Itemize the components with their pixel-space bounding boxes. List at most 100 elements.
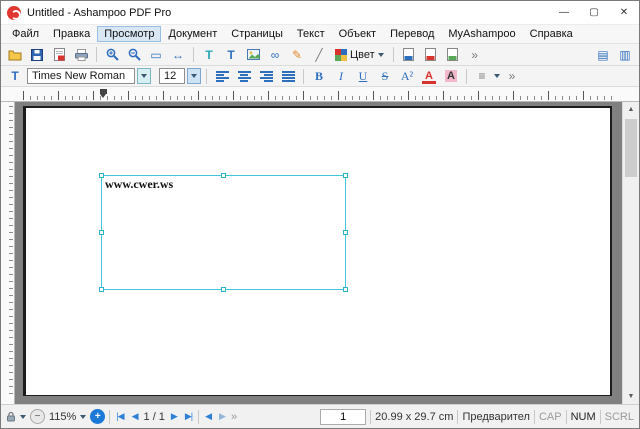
edit-text-button[interactable]: T <box>221 46 241 64</box>
separator <box>303 68 304 84</box>
resize-handle-bottom-left[interactable] <box>99 287 104 292</box>
print-button[interactable] <box>71 46 91 64</box>
align-center-button[interactable] <box>234 67 254 85</box>
indent-marker[interactable] <box>100 89 107 98</box>
zoom-out-button[interactable]: − <box>30 409 45 424</box>
export-image-button[interactable] <box>421 46 441 64</box>
eyedropper-button[interactable]: ╱ <box>309 46 329 64</box>
underline-button[interactable]: U <box>353 67 373 85</box>
add-text-button[interactable]: T <box>199 46 219 64</box>
fit-page-button[interactable]: ▭ <box>146 46 166 64</box>
app-window: Untitled - Ashampoo PDF Pro — ▢ ✕ Файл П… <box>0 0 640 429</box>
textbox-text[interactable]: www.cwer.ws <box>105 177 173 192</box>
page-number-field[interactable] <box>320 408 367 425</box>
menu-myashampoo[interactable]: MyAshampoo <box>441 26 522 42</box>
resize-handle-middle-left[interactable] <box>99 229 104 235</box>
maximize-button[interactable]: ▢ <box>579 1 609 24</box>
open-button[interactable] <box>5 46 25 64</box>
insert-image-button[interactable] <box>243 46 263 64</box>
chevron-down-icon <box>191 74 197 78</box>
sidebar-toggle-button[interactable]: ▥ <box>615 46 635 64</box>
resize-handle-bottom-middle[interactable] <box>220 287 226 292</box>
export-word-button[interactable] <box>399 46 419 64</box>
document-area: www.cwer.ws ▲ ▼ <box>1 102 639 404</box>
highlight-color-button[interactable]: A <box>441 67 461 85</box>
menu-translate[interactable]: Перевод <box>383 26 441 42</box>
export-pdf-button[interactable] <box>49 46 69 64</box>
statusbar-overflow-button[interactable]: » <box>231 411 237 423</box>
separator <box>565 409 567 424</box>
vertical-ruler <box>1 102 15 404</box>
separator <box>599 409 601 424</box>
history-forward-button[interactable]: ▶ <box>217 411 227 422</box>
resize-handle-top-middle[interactable] <box>220 173 226 178</box>
chevron-down-icon[interactable] <box>20 414 26 419</box>
menu-view[interactable]: Просмотр <box>97 26 162 42</box>
font-size-select[interactable]: 12 <box>159 68 185 84</box>
pdf-page[interactable]: www.cwer.ws <box>23 106 612 396</box>
color-button[interactable]: Цвет <box>331 46 388 64</box>
document-canvas[interactable]: www.cwer.ws <box>15 102 622 404</box>
export-html-button[interactable] <box>443 46 463 64</box>
next-page-button[interactable]: ▶ <box>169 411 179 422</box>
bold-button[interactable]: B <box>309 67 329 85</box>
menu-help[interactable]: Справка <box>523 26 580 42</box>
panel-toggle-button[interactable]: ▤ <box>593 46 613 64</box>
font-family-select[interactable]: Times New Roman <box>27 68 135 84</box>
num-lock-indicator: NUM <box>570 410 596 423</box>
superscript-button[interactable]: A² <box>397 67 417 85</box>
align-right-button[interactable] <box>256 67 276 85</box>
menu-text[interactable]: Текст <box>290 26 332 42</box>
align-justify-icon <box>281 70 295 82</box>
zoom-in-button[interactable] <box>102 46 122 64</box>
selected-textbox[interactable]: www.cwer.ws <box>99 173 348 292</box>
scroll-lock-indicator: SCRL <box>604 410 634 423</box>
scroll-up-button[interactable]: ▲ <box>623 102 639 117</box>
separator <box>198 409 200 424</box>
font-size-dropdown-button[interactable] <box>187 68 201 84</box>
align-justify-button[interactable] <box>278 67 298 85</box>
highlight-icon: A <box>445 70 457 82</box>
chevron-down-icon <box>141 74 147 78</box>
save-button[interactable] <box>27 46 47 64</box>
zoom-out-button[interactable] <box>124 46 144 64</box>
zoom-out-icon <box>128 48 141 61</box>
font-family-dropdown-button[interactable] <box>137 68 151 84</box>
italic-button[interactable]: I <box>331 67 351 85</box>
resize-handle-bottom-right[interactable] <box>343 287 348 292</box>
fit-width-button[interactable]: ↔ <box>168 46 188 64</box>
chevron-down-icon[interactable] <box>494 74 500 78</box>
menu-document[interactable]: Документ <box>161 26 224 42</box>
line-spacing-button[interactable]: ≡ <box>472 67 492 85</box>
zoom-in-button[interactable]: + <box>90 409 106 424</box>
close-button[interactable]: ✕ <box>609 1 639 24</box>
first-page-button[interactable]: |◀ <box>114 411 125 422</box>
font-color-button[interactable]: A <box>419 67 439 85</box>
menu-edit[interactable]: Правка <box>46 26 97 42</box>
toolbar-text-overflow-button[interactable]: » <box>502 67 522 85</box>
scrollbar-track[interactable] <box>623 117 639 389</box>
preview-mode-label: Предварител <box>462 410 530 423</box>
resize-handle-middle-right[interactable] <box>343 229 348 235</box>
menu-pages[interactable]: Страницы <box>224 26 290 42</box>
previous-page-button[interactable]: ◀ <box>130 411 140 422</box>
lock-icon[interactable] <box>6 411 16 422</box>
last-page-button[interactable]: ▶| <box>183 411 194 422</box>
toolbar-main: ▭ ↔ T T ∞ ✎ ╱ Цвет » ▤ ▥ <box>1 44 639 66</box>
scrollbar-thumb[interactable] <box>625 119 637 177</box>
menu-object[interactable]: Объект <box>332 26 383 42</box>
align-left-button[interactable] <box>212 67 232 85</box>
scroll-down-button[interactable]: ▼ <box>623 389 639 404</box>
insert-link-button[interactable]: ∞ <box>265 46 285 64</box>
draw-button[interactable]: ✎ <box>287 46 307 64</box>
menu-file[interactable]: Файл <box>5 26 46 42</box>
resize-handle-top-left[interactable] <box>99 173 104 178</box>
vertical-scrollbar[interactable]: ▲ ▼ <box>622 102 639 404</box>
resize-handle-top-right[interactable] <box>343 173 348 178</box>
minimize-button[interactable]: — <box>549 1 579 24</box>
toolbar-main-overflow-button[interactable]: » <box>465 46 485 64</box>
history-back-button[interactable]: ◀ <box>203 411 213 422</box>
color-button-label: Цвет <box>350 48 375 61</box>
strikethrough-button[interactable]: S <box>375 67 395 85</box>
zoom-dropdown-icon[interactable] <box>80 414 87 419</box>
